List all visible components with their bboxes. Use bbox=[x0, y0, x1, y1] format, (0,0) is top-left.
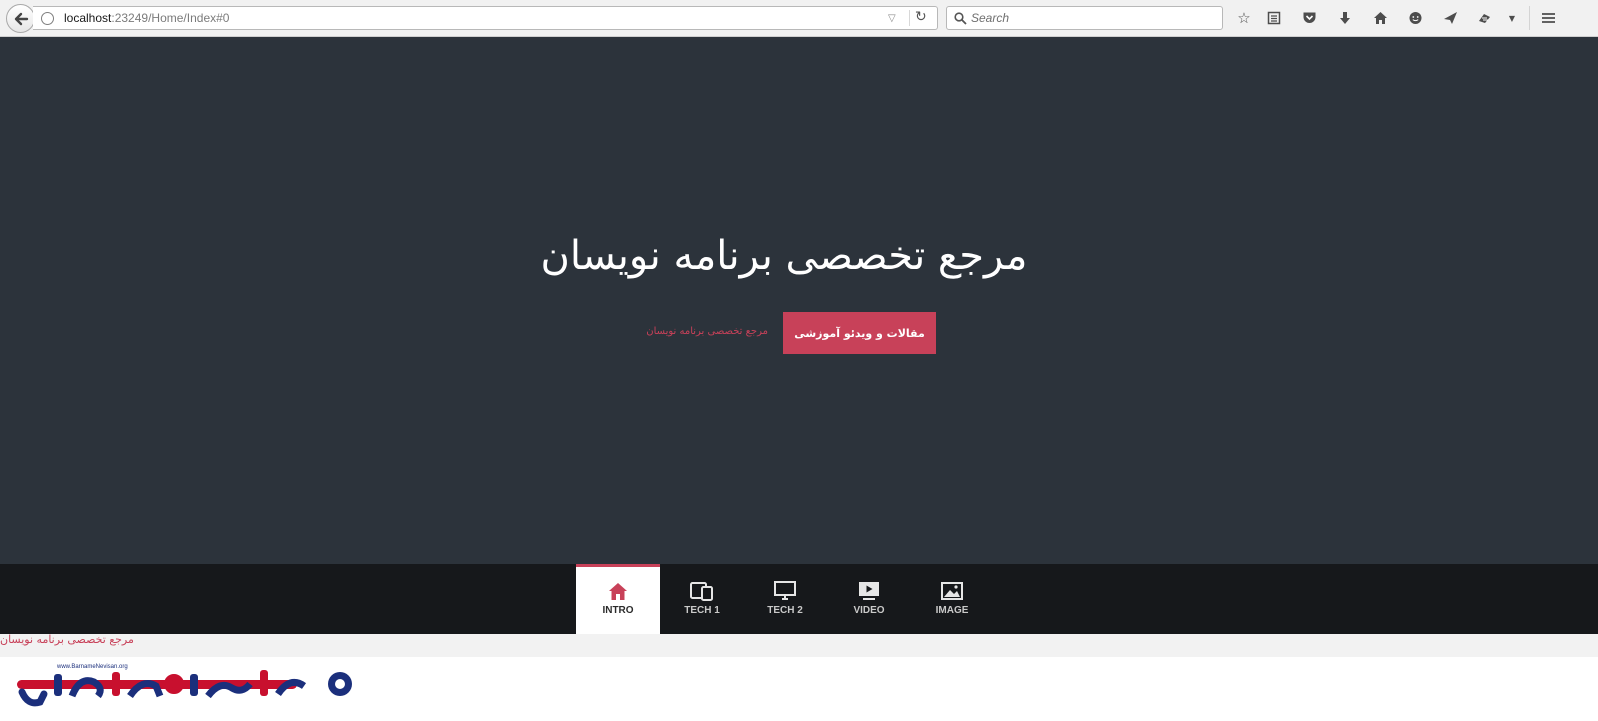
url-separator bbox=[909, 10, 910, 26]
reload-icon[interactable]: ↻ bbox=[915, 9, 927, 25]
nav-label-intro: INTRO bbox=[602, 605, 634, 616]
back-button[interactable] bbox=[6, 4, 35, 33]
nav-item-image[interactable]: IMAGE bbox=[910, 564, 994, 634]
nav-label-image: IMAGE bbox=[935, 605, 969, 616]
send-icon[interactable] bbox=[1440, 8, 1460, 28]
pocket-icon[interactable] bbox=[1299, 8, 1319, 28]
search-placeholder: Search bbox=[971, 11, 1010, 25]
url-path: :23249/Home/Index#0 bbox=[111, 11, 230, 25]
nav-item-tech-2[interactable]: TECH 2 bbox=[743, 564, 827, 634]
home-icon bbox=[608, 581, 628, 601]
footer-text: مرجع تخصصی برنامه نویسان bbox=[0, 633, 134, 646]
search-bar[interactable]: Search bbox=[946, 6, 1223, 30]
search-icon bbox=[954, 12, 967, 25]
hero-link[interactable]: مرجع تخصصی برنامه نویسان bbox=[610, 326, 768, 337]
articles-videos-button[interactable]: مقالات و ویدئو آموزشی bbox=[783, 312, 936, 354]
url-history-dropdown-icon[interactable]: ▽ bbox=[888, 13, 896, 24]
bookmark-star-icon[interactable]: ☆ bbox=[1234, 8, 1254, 28]
devices-icon bbox=[690, 581, 714, 601]
monitor-icon bbox=[774, 581, 796, 601]
chat-icon[interactable] bbox=[1405, 8, 1425, 28]
url-text: localhost:23249/Home/Index#0 bbox=[64, 11, 229, 25]
browser-toolbar: localhost:23249/Home/Index#0 ▽ ↻ Search … bbox=[0, 0, 1598, 37]
nav-item-tech-1[interactable]: TECH 1 bbox=[660, 564, 744, 634]
hero-title: مرجع تخصصی برنامه نویسان bbox=[540, 233, 1028, 279]
nav-label-tech-1: TECH 1 bbox=[684, 605, 720, 616]
extension-icon[interactable] bbox=[1474, 8, 1494, 28]
hero-section: مرجع تخصصی برنامه نویسان مقالات و ویدئو … bbox=[0, 37, 1598, 564]
toolbar-separator bbox=[1529, 6, 1530, 30]
url-host: localhost bbox=[64, 11, 112, 25]
video-icon bbox=[858, 581, 880, 601]
section-nav: INTRO TECH 1 TECH 2 VIDEO IMAGE bbox=[0, 564, 1598, 634]
reading-list-icon[interactable] bbox=[1264, 8, 1284, 28]
back-arrow-icon bbox=[14, 12, 28, 25]
globe-icon bbox=[41, 12, 54, 25]
nav-item-intro[interactable]: INTRO bbox=[576, 564, 660, 634]
footer-strip bbox=[0, 634, 1598, 657]
image-icon bbox=[941, 581, 963, 601]
nav-label-video: VIDEO bbox=[853, 605, 885, 616]
url-bar[interactable]: localhost:23249/Home/Index#0 ▽ ↻ bbox=[33, 6, 938, 30]
home-browser-icon[interactable] bbox=[1370, 8, 1390, 28]
nav-label-tech-2: TECH 2 bbox=[767, 605, 803, 616]
menu-icon[interactable] bbox=[1538, 8, 1558, 28]
logo-tagline: www.BarnameNevisan.org bbox=[57, 664, 128, 670]
nav-item-video[interactable]: VIDEO bbox=[827, 564, 911, 634]
download-icon[interactable] bbox=[1335, 8, 1355, 28]
extension-dropdown-icon[interactable]: ▼ bbox=[1502, 8, 1522, 28]
